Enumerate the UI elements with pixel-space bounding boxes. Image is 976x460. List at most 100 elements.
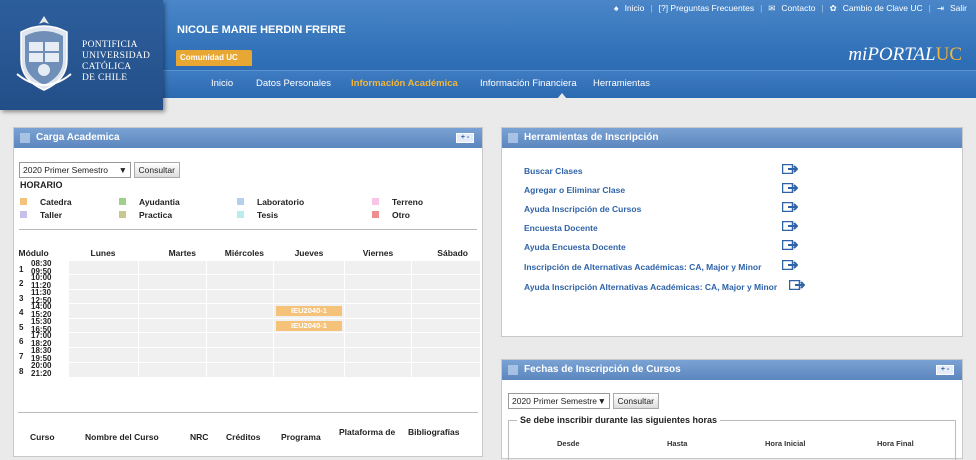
logout-icon: ⇥ (936, 2, 944, 13)
external-link-icon[interactable] (782, 221, 798, 231)
semester-select[interactable]: 2020 Primer Semestro ▼ (19, 162, 131, 178)
course-block-catedra[interactable]: IEU2040-1 (276, 306, 342, 317)
external-link-icon[interactable] (782, 202, 798, 212)
module-number: 6 (19, 337, 24, 347)
slot-cell (273, 288, 344, 304)
horario-row: 1 08:30 09:50 (16, 259, 480, 275)
horario-row: 7 18:30 19:50 (16, 347, 480, 363)
tool-link-ayuda-alternativas[interactable]: Ayuda Inscripción Alternativas Académica… (524, 282, 777, 292)
nav-informacion-academica[interactable]: Información Académica (351, 78, 458, 89)
legend-swatch-tesis (237, 211, 244, 218)
slot-cell (411, 274, 480, 290)
top-link-faq[interactable]: [?] Preguntas Frecuentes (659, 3, 754, 13)
tool-link-alternativas[interactable]: Inscripción de Alternativas Académicas: … (524, 262, 761, 272)
panel-icon (20, 133, 30, 143)
consultar-button[interactable]: Consultar (133, 162, 180, 178)
divider (18, 412, 478, 413)
carga-academica-title: Carga Academica (36, 132, 120, 143)
legend-swatch-terreno (372, 198, 379, 205)
mail-icon: ✉ (768, 2, 776, 13)
nav-informacion-financiera[interactable]: Información Financiera (480, 78, 577, 89)
slot-cell (67, 317, 139, 333)
nav-inicio[interactable]: Inicio (211, 78, 233, 89)
divider (19, 229, 477, 230)
slot-cell (343, 347, 412, 363)
external-link-icon[interactable] (782, 240, 798, 250)
fechas-consultar-button[interactable]: Consultar (612, 393, 659, 409)
slot-cell (137, 361, 206, 377)
horario-row: 5 15:30 16:50 IEU2040-1 (16, 317, 480, 333)
top-link-inicio[interactable]: Inicio (625, 3, 645, 13)
top-link-salir[interactable]: Salir (950, 3, 967, 13)
slot-cell (411, 332, 480, 348)
external-link-icon[interactable] (782, 183, 798, 193)
panel-toggle-button[interactable]: + - (456, 133, 474, 143)
horario-row: 8 20:00 21:20 (16, 361, 480, 377)
slot-cell (137, 332, 206, 348)
col-creditos: Créditos (226, 432, 261, 442)
courses-header-row: Curso Nombre del Curso NRC Créditos Prog… (16, 427, 480, 446)
course-block-catedra[interactable]: IEU2040-1 (276, 320, 342, 331)
slot-cell (205, 303, 274, 319)
tool-link-agregar-eliminar[interactable]: Agregar o Eliminar Clase (524, 185, 625, 195)
module-number: 8 (19, 366, 24, 376)
carga-academica-title-bar: Carga Academica + - (14, 128, 482, 148)
slot-cell (411, 303, 480, 319)
logo-line-2: UNIVERSIDAD (82, 51, 151, 61)
legend-otro: Otro (392, 210, 410, 220)
module-number: 3 (19, 293, 24, 303)
col-plataforma: Plataforma de (339, 427, 396, 437)
panel-toggle-button[interactable]: + - (936, 365, 954, 375)
user-name: NICOLE MARIE HERDIN FREIRE (177, 24, 346, 36)
fechas-title: Fechas de Inscripción de Cursos (524, 364, 681, 375)
slot-cell (411, 347, 480, 363)
tool-link-buscar-clases[interactable]: Buscar Clases (524, 166, 583, 176)
main-nav: Inicio Datos Personales Información Acad… (163, 70, 976, 99)
nav-datos-personales[interactable]: Datos Personales (256, 78, 331, 89)
nav-herramientas[interactable]: Herramientas (593, 78, 650, 89)
slot-cell (411, 361, 480, 377)
university-logo[interactable]: PONTIFICIA UNIVERSIDAD CATÓLICA DE CHILE (0, 0, 163, 110)
legend-swatch-otro (372, 211, 379, 218)
slot-cell (273, 361, 344, 377)
legend-laboratorio: Laboratorio (257, 197, 305, 207)
slot-cell (67, 361, 139, 377)
horario-legend: Catedra Ayudantia Laboratorio Terreno Ta… (14, 194, 484, 224)
fechas-semester-select[interactable]: 2020 Primer Semestre ▼ (508, 393, 610, 409)
slot-cell (205, 347, 274, 363)
horario-table: Módulo Lunes Martes Miércoles Jueves Vie… (16, 246, 480, 377)
crest-icon (16, 16, 72, 91)
tool-link-ayuda-encuesta[interactable]: Ayuda Encuesta Docente (524, 242, 626, 252)
legend-swatch-laboratorio (237, 198, 244, 205)
tool-link-encuesta-docente[interactable]: Encuesta Docente (524, 223, 598, 233)
tool-link-ayuda-inscripcion[interactable]: Ayuda Inscripción de Cursos (524, 204, 641, 214)
slot-cell (205, 259, 274, 275)
col-miercoles: Miércoles (224, 247, 264, 258)
slot-cell (67, 347, 139, 363)
fechas-semester-controls: 2020 Primer Semestre ▼ Consultar (508, 393, 659, 409)
external-link-icon[interactable] (789, 280, 805, 290)
col-jueves: Jueves (294, 247, 324, 258)
active-nav-caret (557, 93, 567, 99)
herramientas-title-bar: Herramientas de Inscripción (502, 128, 962, 148)
miportal-brand[interactable]: miPORTALUC (848, 44, 962, 66)
slot-cell (137, 303, 206, 319)
external-link-icon[interactable] (782, 164, 798, 174)
legend-swatch-catedra (20, 198, 27, 205)
top-link-cambio-clave[interactable]: Cambio de Clave UC (843, 3, 923, 13)
slot-cell (67, 288, 139, 304)
herramientas-title: Herramientas de Inscripción (524, 132, 659, 143)
legend-tesis: Tesis (257, 210, 279, 220)
carga-semester-controls: 2020 Primer Semestro ▼ Consultar (19, 162, 180, 178)
module-number: 5 (19, 322, 24, 332)
top-links-bar: ♠ Inicio | [?] Preguntas Frecuentes | ✉ … (614, 2, 967, 14)
comunidad-tab[interactable]: Comunidad UC (176, 50, 252, 66)
slot-cell (343, 317, 412, 333)
external-link-icon[interactable] (782, 260, 798, 270)
brand-prefix: mi (848, 44, 868, 65)
top-link-contacto[interactable]: Contacto (781, 3, 815, 13)
slot-cell (137, 288, 206, 304)
slot-cell (205, 317, 274, 333)
fechas-legend-text: Se debe inscribir durante las siguientes… (517, 415, 721, 425)
slot-cell (205, 332, 274, 348)
